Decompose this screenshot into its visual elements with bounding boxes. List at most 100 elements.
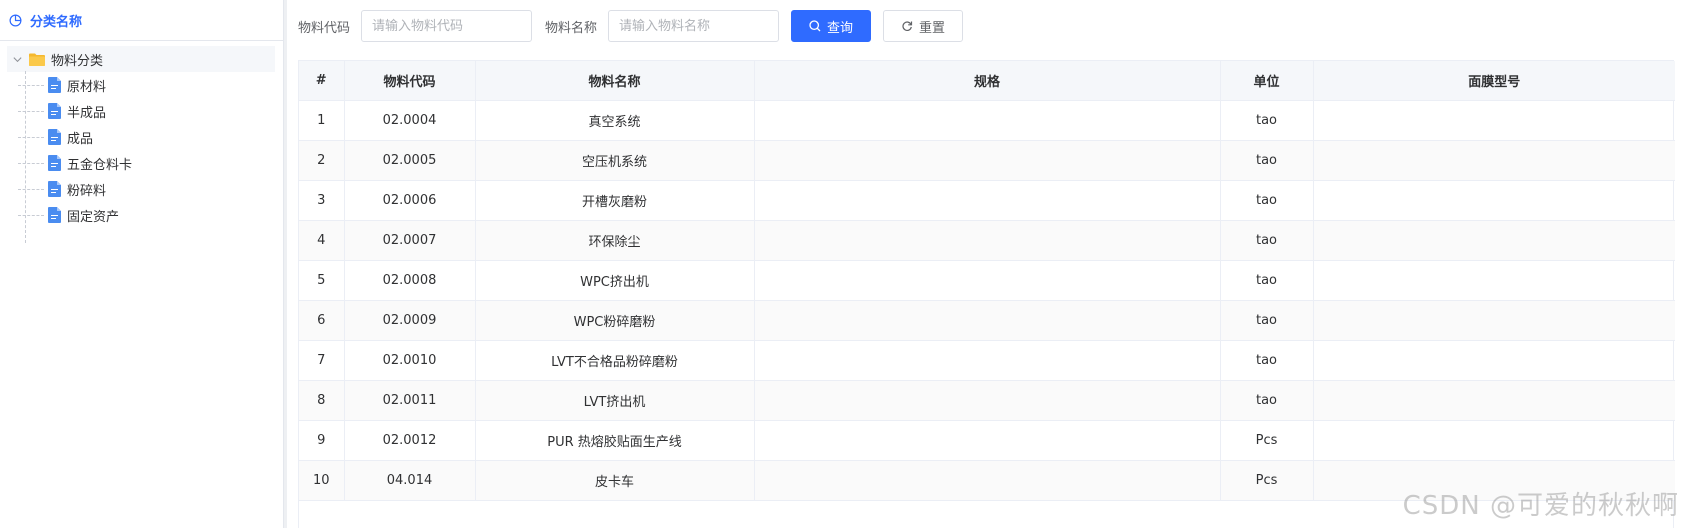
cell-code: 02.0011 xyxy=(344,380,476,421)
cell-code: 02.0006 xyxy=(344,180,476,221)
column-header-unit: 单位 xyxy=(1220,61,1314,101)
cell-name: PUR 热熔胶贴面生产线 xyxy=(475,420,755,461)
cell-spec xyxy=(754,300,1221,341)
table-header-row: # 物料代码 物料名称 规格 单位 面膜型号 xyxy=(299,61,1675,101)
table-row[interactable]: 9 02.0012 PUR 热熔胶贴面生产线 Pcs xyxy=(299,420,1675,461)
cell-model xyxy=(1313,140,1675,181)
search-button-label: 查询 xyxy=(827,20,854,36)
material-table: # 物料代码 物料名称 规格 单位 面膜型号 1 02.0004 真空系统 ta… xyxy=(298,60,1675,528)
cell-unit: tao xyxy=(1220,300,1314,341)
cell-code: 02.0012 xyxy=(344,420,476,461)
cell-name: LVT挤出机 xyxy=(475,380,755,421)
cell-code: 02.0008 xyxy=(344,260,476,301)
table-row[interactable]: 4 02.0007 环保除尘 tao xyxy=(299,220,1675,261)
tree-node-semi-finished[interactable]: 半成品 xyxy=(7,98,283,124)
table-row[interactable]: 2 02.0005 空压机系统 tao xyxy=(299,140,1675,181)
cell-unit: tao xyxy=(1220,100,1314,141)
column-header-model: 面膜型号 xyxy=(1313,61,1675,101)
cell-name: WPC挤出机 xyxy=(475,260,755,301)
tree-children: 原材料 半成品 成品 五金仓料卡 粉碎料 固定资产 xyxy=(7,71,283,243)
cell-model xyxy=(1313,100,1675,141)
cell-spec xyxy=(754,220,1221,261)
cell-model xyxy=(1313,220,1675,261)
cell-unit: tao xyxy=(1220,260,1314,301)
watermark: CSDN @可爱的秋秋啊 xyxy=(1402,491,1679,521)
cell-index: 2 xyxy=(299,140,345,181)
cell-name: 环保除尘 xyxy=(475,220,755,261)
file-icon xyxy=(48,129,61,145)
search-toolbar: 物料代码 物料名称 查询 重置 xyxy=(298,10,964,42)
cell-unit: Pcs xyxy=(1220,420,1314,461)
reset-button-label: 重置 xyxy=(919,20,946,36)
cell-name: LVT不合格品粉碎磨粉 xyxy=(475,340,755,381)
cell-unit: Pcs xyxy=(1220,460,1314,501)
code-filter-label: 物料代码 xyxy=(298,20,351,36)
tree-node-fixed-assets[interactable]: 固定资产 xyxy=(7,202,283,228)
cell-unit: tao xyxy=(1220,140,1314,181)
cell-spec xyxy=(754,420,1221,461)
cell-unit: tao xyxy=(1220,180,1314,221)
table-row[interactable]: 1 02.0004 真空系统 tao xyxy=(299,100,1675,141)
cell-name: 空压机系统 xyxy=(475,140,755,181)
tree-node-label: 原材料 xyxy=(67,79,107,95)
cell-spec xyxy=(754,380,1221,421)
cell-index: 9 xyxy=(299,420,345,461)
column-header-name: 物料名称 xyxy=(475,61,755,101)
tree-node-hardware[interactable]: 五金仓料卡 xyxy=(7,150,283,176)
category-tree: 物料分类 原材料 半成品 成品 五金仓料卡 粉碎料 固定资产 xyxy=(0,41,283,243)
category-panel: 分类名称 物料分类 原材料 半成品 成品 五金仓料卡 粉碎料 固定资产 xyxy=(0,0,284,528)
cell-code: 02.0005 xyxy=(344,140,476,181)
cell-index: 3 xyxy=(299,180,345,221)
tree-node-raw-material[interactable]: 原材料 xyxy=(7,72,283,98)
column-header-code: 物料代码 xyxy=(344,61,476,101)
table-row[interactable]: 3 02.0006 开槽灰磨粉 tao xyxy=(299,180,1675,221)
folder-icon xyxy=(29,53,45,66)
cell-model xyxy=(1313,340,1675,381)
tree-node-crushed[interactable]: 粉碎料 xyxy=(7,176,283,202)
cell-code: 02.0004 xyxy=(344,100,476,141)
table-row[interactable]: 7 02.0010 LVT不合格品粉碎磨粉 tao xyxy=(299,340,1675,381)
cell-spec xyxy=(754,100,1221,141)
search-button[interactable]: 查询 xyxy=(791,10,872,42)
cell-name: 开槽灰磨粉 xyxy=(475,180,755,221)
cell-index: 10 xyxy=(299,460,345,501)
cell-spec xyxy=(754,180,1221,221)
chevron-down-icon[interactable] xyxy=(12,54,26,65)
main-content: 物料代码 物料名称 查询 重置 # 物料代码 物料名称 规格 单位 xyxy=(287,0,1683,528)
cell-index: 7 xyxy=(299,340,345,381)
cell-name: WPC粉碎磨粉 xyxy=(475,300,755,341)
name-filter-input[interactable] xyxy=(608,10,780,42)
tree-node-root[interactable]: 物料分类 xyxy=(7,46,275,72)
cell-model xyxy=(1313,300,1675,341)
cell-spec xyxy=(754,460,1221,501)
cell-index: 4 xyxy=(299,220,345,261)
table-row[interactable]: 8 02.0011 LVT挤出机 tao xyxy=(299,380,1675,421)
cell-spec xyxy=(754,260,1221,301)
tree-node-label: 固定资产 xyxy=(67,209,120,225)
cell-unit: tao xyxy=(1220,380,1314,421)
pie-chart-icon xyxy=(9,14,22,26)
table-row[interactable]: 6 02.0009 WPC粉碎磨粉 tao xyxy=(299,300,1675,341)
cell-name: 皮卡车 xyxy=(475,460,755,501)
cell-code: 02.0010 xyxy=(344,340,476,381)
category-panel-header: 分类名称 xyxy=(0,0,283,41)
reset-button[interactable]: 重置 xyxy=(883,10,964,42)
cell-model xyxy=(1313,380,1675,421)
cell-name: 真空系统 xyxy=(475,100,755,141)
cell-model xyxy=(1313,420,1675,461)
cell-index: 6 xyxy=(299,300,345,341)
cell-code: 02.0007 xyxy=(344,220,476,261)
table-row[interactable]: 5 02.0008 WPC挤出机 tao xyxy=(299,260,1675,301)
column-header-spec: 规格 xyxy=(754,61,1221,101)
cell-index: 1 xyxy=(299,100,345,141)
code-filter-input[interactable] xyxy=(361,10,533,42)
file-icon xyxy=(48,77,61,93)
cell-unit: tao xyxy=(1220,220,1314,261)
tree-node-finished[interactable]: 成品 xyxy=(7,124,283,150)
cell-model xyxy=(1313,180,1675,221)
file-icon xyxy=(48,155,61,171)
refresh-icon xyxy=(902,21,913,31)
cell-spec xyxy=(754,340,1221,381)
cell-code: 04.014 xyxy=(344,460,476,501)
file-icon xyxy=(48,181,61,197)
